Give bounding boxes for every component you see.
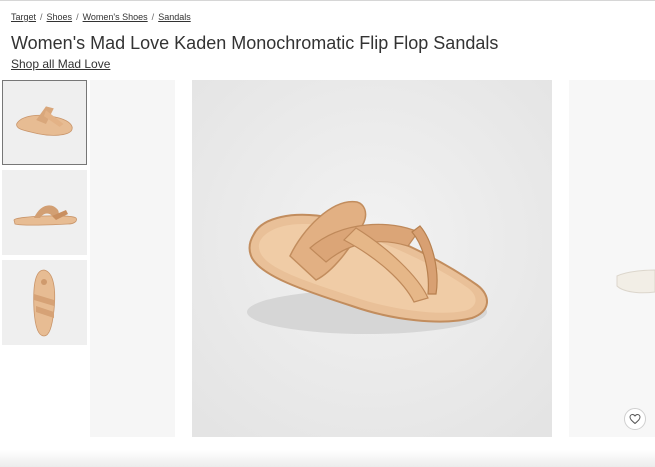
top-divider: [0, 0, 655, 1]
product-title: Women's Mad Love Kaden Monochromatic Fli…: [11, 33, 499, 53]
sandal-image: [192, 80, 552, 437]
breadcrumb-link-sandals[interactable]: Sandals: [158, 12, 191, 22]
breadcrumb-separator: /: [151, 12, 155, 22]
breadcrumb-separator: /: [76, 12, 79, 22]
breadcrumb: Target / Shoes / Women's Shoes / Sandals: [11, 12, 191, 22]
thumbnail-side-view[interactable]: [2, 170, 87, 255]
bottom-fade: [0, 450, 655, 467]
breadcrumb-link-target[interactable]: Target: [11, 12, 36, 22]
favorite-button[interactable]: [624, 408, 646, 430]
sandal-image: [2, 170, 87, 255]
sandal-image: [2, 260, 87, 345]
breadcrumb-separator: /: [40, 12, 43, 22]
carousel-previous-panel[interactable]: [90, 80, 175, 437]
carousel-next-panel[interactable]: [569, 80, 655, 437]
thumbnail-angle-view[interactable]: [2, 80, 87, 165]
shop-brand-link[interactable]: Shop all Mad Love: [11, 57, 110, 71]
thumbnail-top-view[interactable]: [2, 260, 87, 345]
sandal-image: [3, 81, 86, 164]
main-product-image[interactable]: [192, 80, 552, 437]
breadcrumb-link-shoes[interactable]: Shoes: [47, 12, 73, 22]
breadcrumb-link-womens-shoes[interactable]: Women's Shoes: [83, 12, 148, 22]
heart-icon: [629, 413, 641, 425]
next-product-preview: [616, 269, 655, 294]
